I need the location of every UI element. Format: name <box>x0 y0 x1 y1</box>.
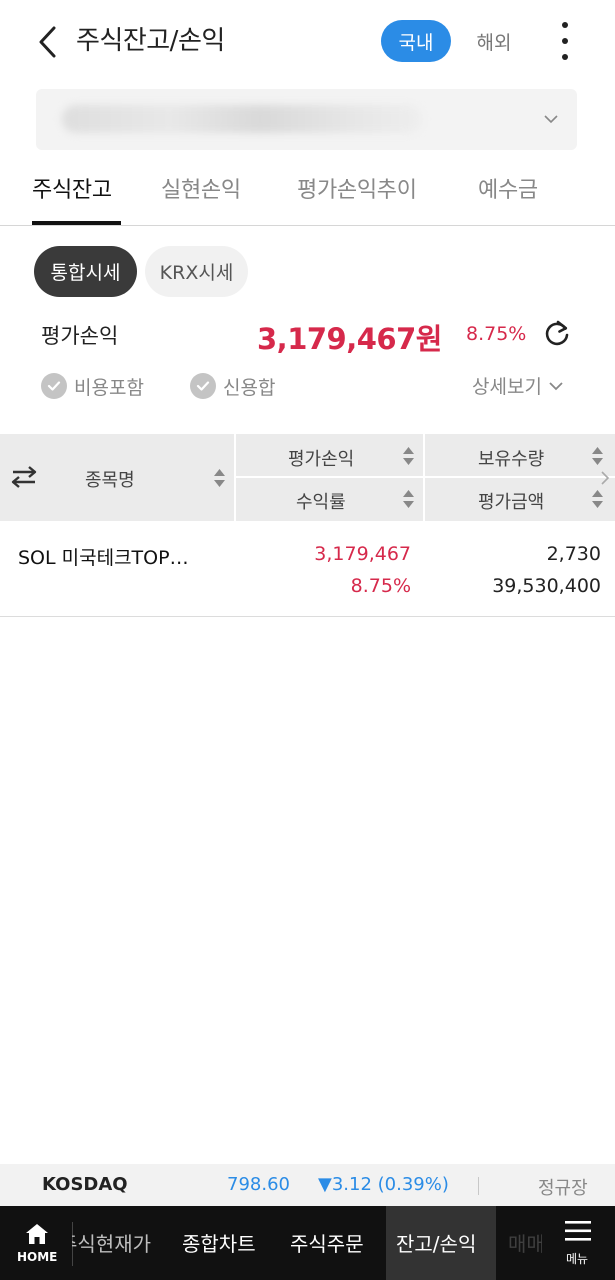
tab-stock-balance[interactable]: 주식잔고 <box>32 172 112 204</box>
home-icon <box>26 1224 48 1244</box>
nav-home-button[interactable]: HOME <box>0 1206 72 1280</box>
include-fees-label: 비용포함 <box>74 376 144 399</box>
stock-valuation-pl: 3,179,467 <box>314 543 411 565</box>
table-row[interactable]: SOL 미국테크TOP… 3,179,467 8.75% 2,730 39,53… <box>0 521 615 617</box>
column-header-rate[interactable]: 수익률 <box>296 488 346 514</box>
refresh-icon[interactable] <box>543 319 571 347</box>
bottom-navigation: HOME 주식현재가 종합차트 주식주문 잔고/손익 매매 메뉴 <box>0 1206 615 1280</box>
account-number-redacted <box>62 105 422 133</box>
index-ticker[interactable]: KOSDAQ 798.60 ▼3.12 (0.39%) 정규장 <box>0 1164 615 1206</box>
include-credit-option[interactable]: 신용합 <box>190 372 275 400</box>
valuation-pl-label: 평가손익 <box>41 324 119 348</box>
more-options-icon[interactable] <box>553 22 577 60</box>
nav-item-current-price[interactable]: 주식현재가 <box>72 1228 151 1257</box>
active-tab-indicator <box>32 221 121 225</box>
sort-icon[interactable] <box>214 469 225 487</box>
valuation-pl-rate: 8.75% <box>466 323 527 345</box>
page-title: 주식잔고/손익 <box>76 26 225 56</box>
ticker-index-name: KOSDAQ <box>42 1174 128 1195</box>
column-header-name[interactable]: 종목명 <box>85 466 135 492</box>
nav-home-label: HOME <box>17 1250 58 1264</box>
ticker-index-change: ▼3.12 (0.39%) <box>318 1174 449 1195</box>
ticker-divider <box>478 1177 479 1195</box>
tab-deposit[interactable]: 예수금 <box>478 172 538 204</box>
row-divider <box>425 476 615 478</box>
ticker-index-value: 798.60 <box>227 1174 290 1195</box>
check-icon <box>190 373 216 399</box>
row-divider <box>236 476 423 478</box>
detail-view-button[interactable]: 상세보기 <box>472 372 564 399</box>
domestic-toggle[interactable]: 국내 <box>381 20 451 62</box>
top-bar: 주식잔고/손익 국내 해외 <box>0 0 615 80</box>
balance-tabs: 주식잔고 실현손익 평가손익추이 예수금 <box>0 160 615 226</box>
account-select[interactable] <box>36 89 577 150</box>
nav-item-order[interactable]: 주식주문 <box>290 1228 364 1257</box>
valuation-pl-amount: 3,179,467원 <box>257 322 442 356</box>
stock-return-rate: 8.75% <box>350 575 411 597</box>
chip-krx-price[interactable]: KRX시세 <box>145 246 248 297</box>
sort-icon[interactable] <box>403 447 414 465</box>
sort-icon[interactable] <box>592 490 603 508</box>
nav-item-chart[interactable]: 종합차트 <box>182 1228 256 1257</box>
sort-icon[interactable] <box>403 490 414 508</box>
include-fees-option[interactable]: 비용포함 <box>41 372 144 400</box>
tab-valuation-trend[interactable]: 평가손익추이 <box>297 172 417 204</box>
column-header-pl[interactable]: 평가손익 <box>288 445 354 471</box>
detail-view-label: 상세보기 <box>472 376 542 398</box>
ticker-market-session: 정규장 <box>538 1178 588 1199</box>
chevron-down-icon <box>549 381 563 390</box>
stock-name: SOL 미국테크TOP… <box>18 547 189 569</box>
nav-item-trade[interactable]: 매매 <box>508 1228 542 1257</box>
nav-scroll-area: 주식현재가 종합차트 주식주문 잔고/손익 매매 <box>72 1206 542 1280</box>
nav-menu-label: 메뉴 <box>566 1252 589 1266</box>
include-credit-label: 신용합 <box>223 376 276 399</box>
sort-icon[interactable] <box>592 447 603 465</box>
chevron-down-icon <box>544 115 558 124</box>
chevron-right-icon[interactable] <box>600 470 610 486</box>
swap-columns-icon[interactable] <box>11 466 37 488</box>
back-arrow-icon[interactable] <box>34 24 64 60</box>
chip-integrated-price[interactable]: 통합시세 <box>34 246 137 297</box>
tab-realized-pl[interactable]: 실현손익 <box>161 172 241 204</box>
check-icon <box>41 373 67 399</box>
stock-valuation-amount: 39,530,400 <box>492 575 601 597</box>
column-header-amount[interactable]: 평가금액 <box>478 488 544 514</box>
column-header-quantity[interactable]: 보유수량 <box>478 445 544 471</box>
stock-quantity: 2,730 <box>546 543 601 565</box>
nav-item-balance[interactable]: 잔고/손익 <box>396 1228 476 1257</box>
hamburger-menu-icon <box>565 1221 591 1241</box>
overseas-toggle[interactable]: 해외 <box>464 20 524 62</box>
nav-menu-button[interactable]: 메뉴 <box>542 1206 615 1280</box>
